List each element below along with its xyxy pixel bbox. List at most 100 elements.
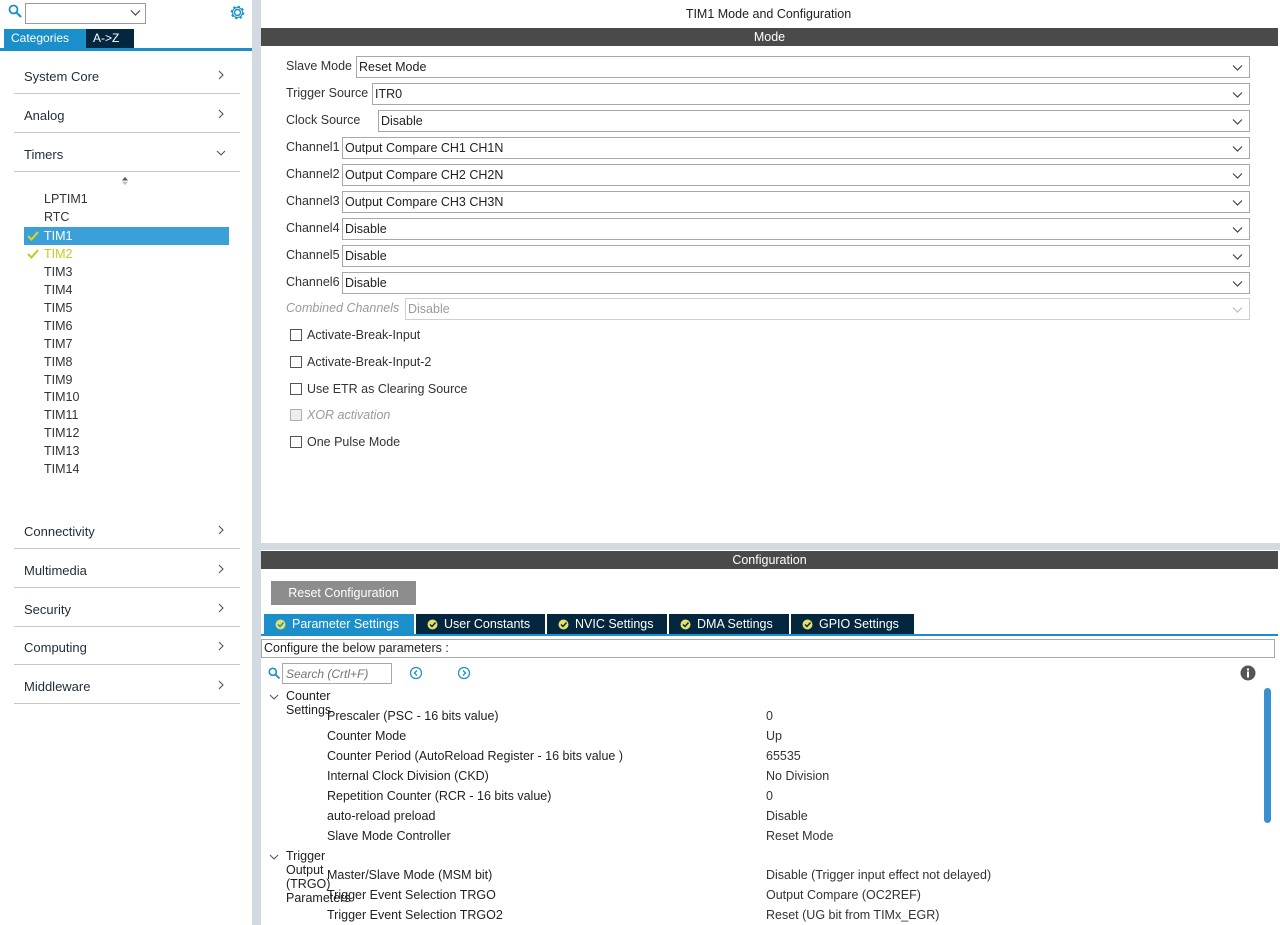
sort-icon[interactable]	[121, 176, 129, 186]
tab-underline	[0, 48, 252, 51]
next-match-icon[interactable]	[457, 666, 471, 680]
chevron-down-icon	[269, 694, 279, 700]
gear-icon[interactable]	[229, 4, 246, 21]
chevron-down-icon	[1232, 200, 1243, 206]
chevron-down-icon	[1232, 307, 1243, 313]
clock-source-select[interactable]: Disable	[378, 110, 1250, 132]
categories-panel: Categories A->Z System Core Analog Timer…	[0, 0, 252, 925]
peripheral-tim1[interactable]: TIM1	[24, 227, 229, 245]
chevron-right-icon	[218, 680, 224, 690]
field-label: Channel5	[286, 248, 340, 262]
configure-description: Configure the below parameters :	[261, 639, 1275, 658]
channel1-select[interactable]: Output Compare CH1 CH1N	[342, 137, 1250, 159]
info-icon[interactable]	[1240, 665, 1256, 681]
peripheral-tim4[interactable]: TIM4	[24, 281, 229, 299]
tab-categories[interactable]: Categories	[4, 29, 86, 48]
field-label: Combined Channels	[286, 301, 400, 315]
channel5-select[interactable]: Disable	[342, 245, 1250, 267]
slave-mode-row: Slave Mode Reset Mode	[286, 56, 1250, 78]
channel5-row: Channel5 Disable	[286, 245, 1250, 267]
param-row[interactable]: Repetition Counter (RCR - 16 bits value)…	[327, 787, 1227, 807]
tab-underline	[261, 634, 1278, 636]
category-timers[interactable]: Timers	[14, 134, 240, 172]
channel2-select[interactable]: Output Compare CH2 CH2N	[342, 164, 1250, 186]
chevron-right-icon	[218, 70, 224, 80]
chevron-down-icon	[1232, 281, 1243, 287]
param-row[interactable]: Trigger Event Selection TRGO Output Compa…	[327, 886, 1227, 906]
peripheral-tim8[interactable]: TIM8	[24, 353, 229, 371]
panel-divider[interactable]	[252, 0, 261, 925]
check-icon	[27, 231, 39, 241]
field-label: Channel2	[286, 167, 340, 181]
checkbox-box[interactable]	[290, 383, 302, 395]
tab-user-constants[interactable]: User Constants	[416, 614, 545, 635]
search-combo[interactable]	[25, 3, 146, 24]
param-row[interactable]: Internal Clock Division (CKD) No Division	[327, 767, 1227, 787]
category-label: Connectivity	[24, 524, 95, 539]
combined-channels-select: Disable	[405, 298, 1250, 320]
param-row[interactable]: Slave Mode Controller Reset Mode	[327, 827, 1227, 847]
mode-configuration-panel: TIM1 Mode and Configuration Mode Slave M…	[261, 0, 1280, 925]
tab-gpio-settings[interactable]: GPIO Settings	[791, 614, 914, 635]
peripheral-tim2[interactable]: TIM2	[24, 245, 229, 263]
param-row[interactable]: Prescaler (PSC - 16 bits value) 0	[327, 707, 1227, 727]
category-connectivity[interactable]: Connectivity	[14, 511, 240, 549]
peripheral-rtc[interactable]: RTC	[24, 208, 229, 226]
checkbox-box[interactable]	[290, 436, 302, 448]
channel1-row: Channel1 Output Compare CH1 CH1N	[286, 137, 1250, 159]
reset-configuration-button[interactable]: Reset Configuration	[271, 581, 416, 605]
search-icon[interactable]	[8, 4, 22, 18]
parameter-search-input[interactable]	[282, 663, 392, 684]
category-analog[interactable]: Analog	[14, 95, 240, 133]
check-circle-icon	[427, 619, 438, 630]
trigger-source-row: Trigger Source ITR0	[286, 83, 1250, 105]
peripheral-tim9[interactable]: TIM9	[24, 371, 229, 389]
peripheral-tim7[interactable]: TIM7	[24, 335, 229, 353]
field-label: Slave Mode	[286, 59, 353, 73]
category-multimedia[interactable]: Multimedia	[14, 550, 240, 588]
previous-match-icon[interactable]	[409, 666, 423, 680]
panel-splitter[interactable]	[261, 543, 1280, 550]
peripheral-tim14[interactable]: TIM14	[24, 460, 229, 478]
peripheral-tim11[interactable]: TIM11	[24, 406, 229, 424]
param-row[interactable]: Trigger Event Selection TRGO2 Reset (UG b…	[327, 906, 1227, 925]
parameters-scrollbar[interactable]	[1264, 688, 1271, 823]
peripheral-tim13[interactable]: TIM13	[24, 442, 229, 460]
tab-nvic-settings[interactable]: NVIC Settings	[547, 614, 667, 635]
check-circle-icon	[275, 619, 286, 630]
category-middleware[interactable]: Middleware	[14, 666, 240, 704]
peripheral-tim10[interactable]: TIM10	[24, 388, 229, 406]
channel6-row: Channel6 Disable	[286, 272, 1250, 294]
slave-mode-select[interactable]: Reset Mode	[356, 56, 1250, 78]
peripheral-tim12[interactable]: TIM12	[24, 424, 229, 442]
channel6-select[interactable]: Disable	[342, 272, 1250, 294]
left-toolbar: Categories A->Z	[0, 0, 252, 50]
tab-dma-settings[interactable]: DMA Settings	[669, 614, 789, 635]
param-row[interactable]: Counter Mode Up	[327, 727, 1227, 747]
param-row[interactable]: Counter Period (AutoReload Register - 16…	[327, 747, 1227, 767]
peripheral-tim6[interactable]: TIM6	[24, 317, 229, 335]
chevron-down-icon	[269, 854, 279, 860]
channel3-row: Channel3 Output Compare CH3 CH3N	[286, 191, 1250, 213]
channel4-row: Channel4 Disable	[286, 218, 1250, 240]
param-row[interactable]: Master/Slave Mode (MSM bit) Disable (Trig…	[327, 866, 1227, 886]
trigger-source-select[interactable]: ITR0	[372, 83, 1250, 105]
peripheral-tim5[interactable]: TIM5	[24, 299, 229, 317]
channel4-select[interactable]: Disable	[342, 218, 1250, 240]
category-computing[interactable]: Computing	[14, 627, 240, 665]
field-label: Channel3	[286, 194, 340, 208]
peripheral-lptim1[interactable]: LPTIM1	[24, 190, 229, 208]
channel3-select[interactable]: Output Compare CH3 CH3N	[342, 191, 1250, 213]
chevron-right-icon	[218, 641, 224, 651]
param-row[interactable]: auto-reload preload Disable	[327, 807, 1227, 827]
checkbox-box[interactable]	[290, 329, 302, 341]
tab-parameter-settings[interactable]: Parameter Settings	[264, 614, 414, 635]
category-security[interactable]: Security	[14, 589, 240, 627]
checkbox-box[interactable]	[290, 356, 302, 368]
category-label: Multimedia	[24, 563, 87, 578]
category-system-core[interactable]: System Core	[14, 56, 240, 94]
category-label: Computing	[24, 640, 87, 655]
peripheral-tim3[interactable]: TIM3	[24, 263, 229, 281]
tab-a-to-z[interactable]: A->Z	[86, 29, 134, 48]
configuration-header: Configuration	[261, 551, 1278, 569]
